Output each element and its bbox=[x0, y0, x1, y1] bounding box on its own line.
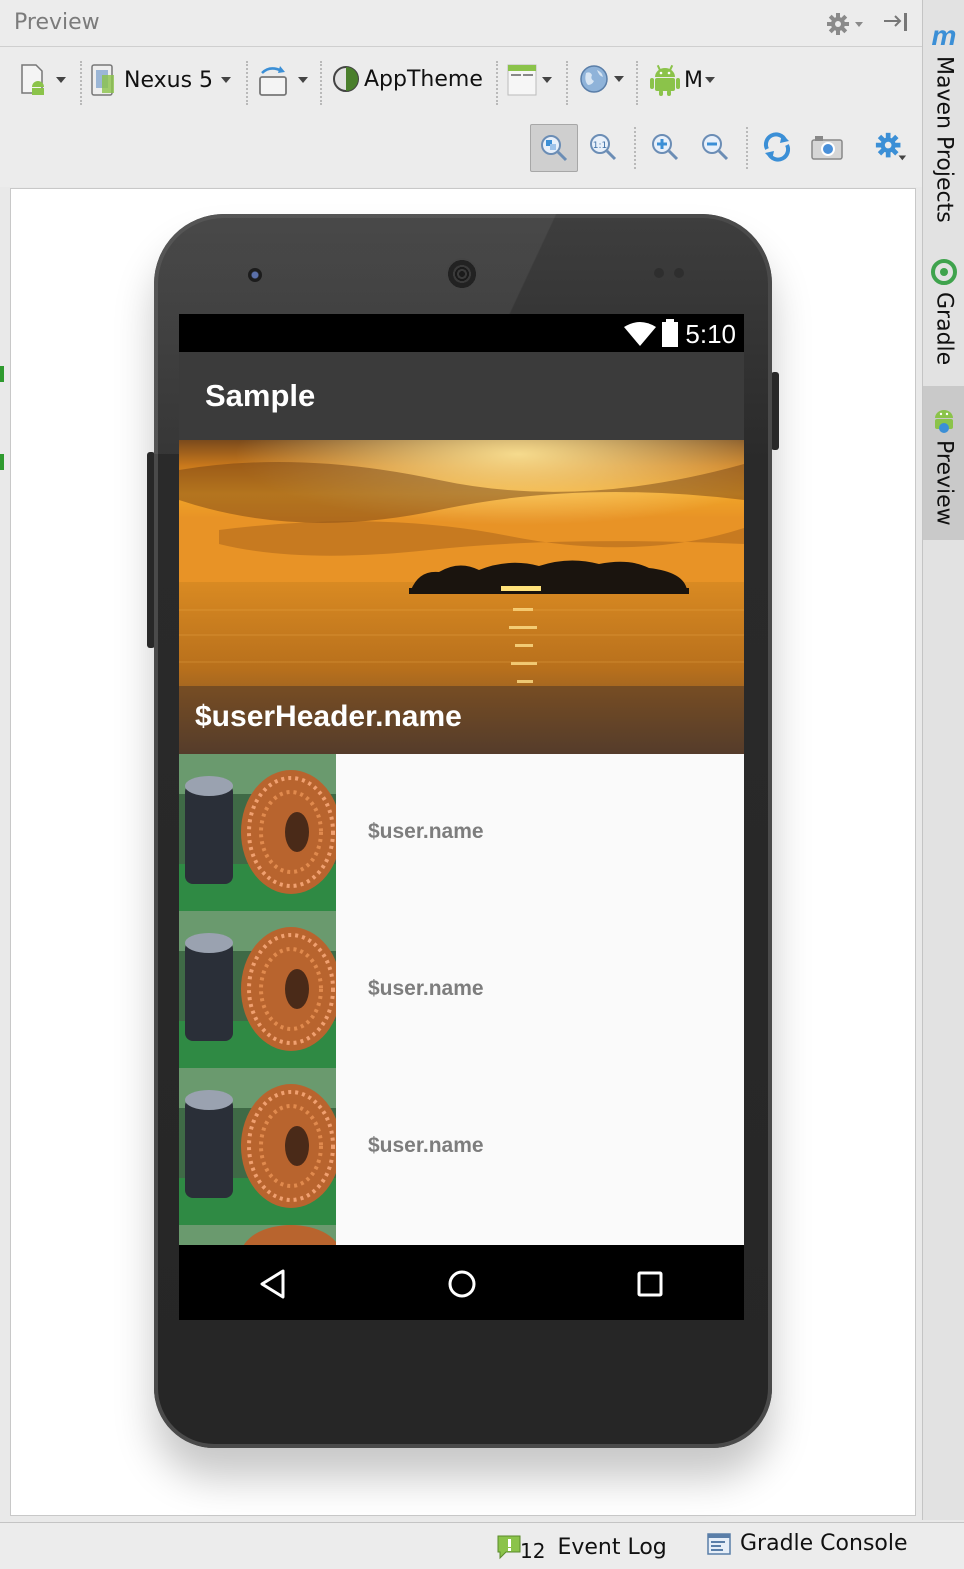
user-name-label: $user.name bbox=[368, 977, 484, 1000]
proximity-sensor bbox=[654, 268, 664, 278]
orientation-dropdown[interactable] bbox=[256, 63, 308, 97]
front-camera bbox=[248, 268, 262, 282]
navigation-bar bbox=[179, 1245, 744, 1320]
api-level: M bbox=[684, 67, 703, 93]
locale-dropdown[interactable] bbox=[578, 63, 624, 95]
device-screen: 5:10 Sample $userHeader.name $user.name … bbox=[179, 314, 744, 1320]
zoom-fit-icon bbox=[541, 135, 568, 162]
layout-device-icon bbox=[21, 64, 44, 95]
wifi-icon bbox=[624, 322, 656, 346]
inductor-thumbnail bbox=[179, 754, 336, 911]
refresh-button[interactable] bbox=[760, 130, 794, 164]
bottom-status-bar: 12 Event Log Gradle Console bbox=[0, 1522, 964, 1569]
event-log-icon bbox=[497, 1535, 521, 1560]
theme-selector[interactable]: AppTheme bbox=[332, 65, 483, 93]
header-sunset-image: $userHeader.name bbox=[179, 440, 744, 754]
zoom-out-button[interactable] bbox=[698, 130, 732, 164]
zoom-in-icon bbox=[652, 134, 679, 161]
event-count: 12 bbox=[520, 1539, 546, 1563]
zoom-to-fit-button[interactable] bbox=[530, 124, 578, 172]
event-log-label: Event Log bbox=[557, 1534, 667, 1560]
preview-tab[interactable]: Preview bbox=[923, 386, 964, 540]
gradle-tab[interactable]: Gradle bbox=[923, 258, 964, 365]
panel-title: Preview bbox=[14, 10, 100, 35]
refresh-icon bbox=[763, 132, 791, 162]
battery-icon bbox=[662, 319, 678, 347]
power-button bbox=[771, 372, 779, 450]
list-item-partial bbox=[179, 1225, 744, 1245]
hide-panel-icon[interactable] bbox=[882, 10, 912, 36]
gutter-marker bbox=[0, 366, 4, 382]
preview-label: Preview bbox=[931, 440, 957, 526]
preview-options-button[interactable] bbox=[874, 130, 908, 164]
console-icon bbox=[707, 1532, 731, 1555]
activity-icon bbox=[507, 64, 537, 96]
zoom-in-button[interactable] bbox=[648, 130, 682, 164]
list-item[interactable]: $user.name bbox=[179, 754, 744, 911]
inductor-thumbnail bbox=[179, 911, 336, 1068]
screenshot-button[interactable] bbox=[810, 130, 844, 164]
rotate-screen-icon bbox=[259, 66, 287, 96]
event-log-button[interactable]: 12 Event Log bbox=[496, 1531, 667, 1563]
design-surface-dropdown[interactable] bbox=[18, 63, 66, 97]
theme-icon bbox=[333, 66, 359, 92]
device-icon bbox=[91, 64, 114, 96]
home-icon[interactable] bbox=[447, 1269, 477, 1299]
preview-toolbar: Nexus 5 AppTheme M 1:1 bbox=[0, 47, 922, 187]
camera-icon bbox=[811, 136, 843, 160]
svg-text:1:1: 1:1 bbox=[593, 141, 607, 151]
status-time: 5:10 bbox=[685, 319, 736, 349]
list-item[interactable]: $user.name bbox=[179, 1068, 744, 1225]
android-icon bbox=[650, 64, 680, 96]
preview-android-icon bbox=[935, 410, 953, 433]
user-name-label: $user.name bbox=[368, 820, 484, 843]
earpiece-speaker bbox=[446, 258, 478, 290]
list-item[interactable]: $user.name bbox=[179, 911, 744, 1068]
preview-panel-header: Preview bbox=[0, 0, 922, 47]
zoom-actual-size-button[interactable]: 1:1 bbox=[586, 130, 620, 164]
back-icon[interactable] bbox=[259, 1269, 287, 1299]
recents-icon[interactable] bbox=[637, 1271, 663, 1297]
maven-projects-tab[interactable]: m Maven Projects bbox=[923, 22, 964, 223]
theme-name: AppTheme bbox=[364, 66, 483, 92]
inductor-thumbnail bbox=[179, 1225, 336, 1245]
gradle-console-button[interactable]: Gradle Console bbox=[706, 1531, 908, 1556]
gutter-marker bbox=[0, 454, 4, 470]
light-sensor bbox=[674, 268, 684, 278]
gradle-icon bbox=[931, 259, 957, 285]
zoom-actual-icon: 1:1 bbox=[590, 134, 617, 161]
activity-dropdown[interactable] bbox=[506, 63, 552, 97]
gradle-label: Gradle bbox=[931, 292, 957, 366]
maven-icon: m bbox=[931, 20, 957, 51]
status-bar: 5:10 bbox=[179, 314, 744, 352]
inductor-thumbnail bbox=[179, 1068, 336, 1225]
maven-projects-label: Maven Projects bbox=[931, 56, 957, 223]
device-selector[interactable]: Nexus 5 bbox=[90, 63, 232, 97]
right-tool-strip: m Maven Projects Gradle Preview bbox=[922, 0, 964, 1520]
device-name: Nexus 5 bbox=[124, 67, 214, 93]
panel-settings-gear-icon[interactable] bbox=[826, 12, 866, 36]
header-user-name: $userHeader.name bbox=[195, 700, 462, 733]
user-name-label: $user.name bbox=[368, 1134, 484, 1157]
app-bar: Sample bbox=[179, 352, 744, 440]
api-level-dropdown[interactable]: M bbox=[650, 63, 715, 97]
gradle-console-label: Gradle Console bbox=[740, 1531, 908, 1556]
globe-icon bbox=[580, 65, 608, 93]
zoom-out-icon bbox=[702, 134, 729, 161]
app-title: Sample bbox=[205, 378, 316, 413]
options-gear-icon bbox=[875, 132, 907, 161]
